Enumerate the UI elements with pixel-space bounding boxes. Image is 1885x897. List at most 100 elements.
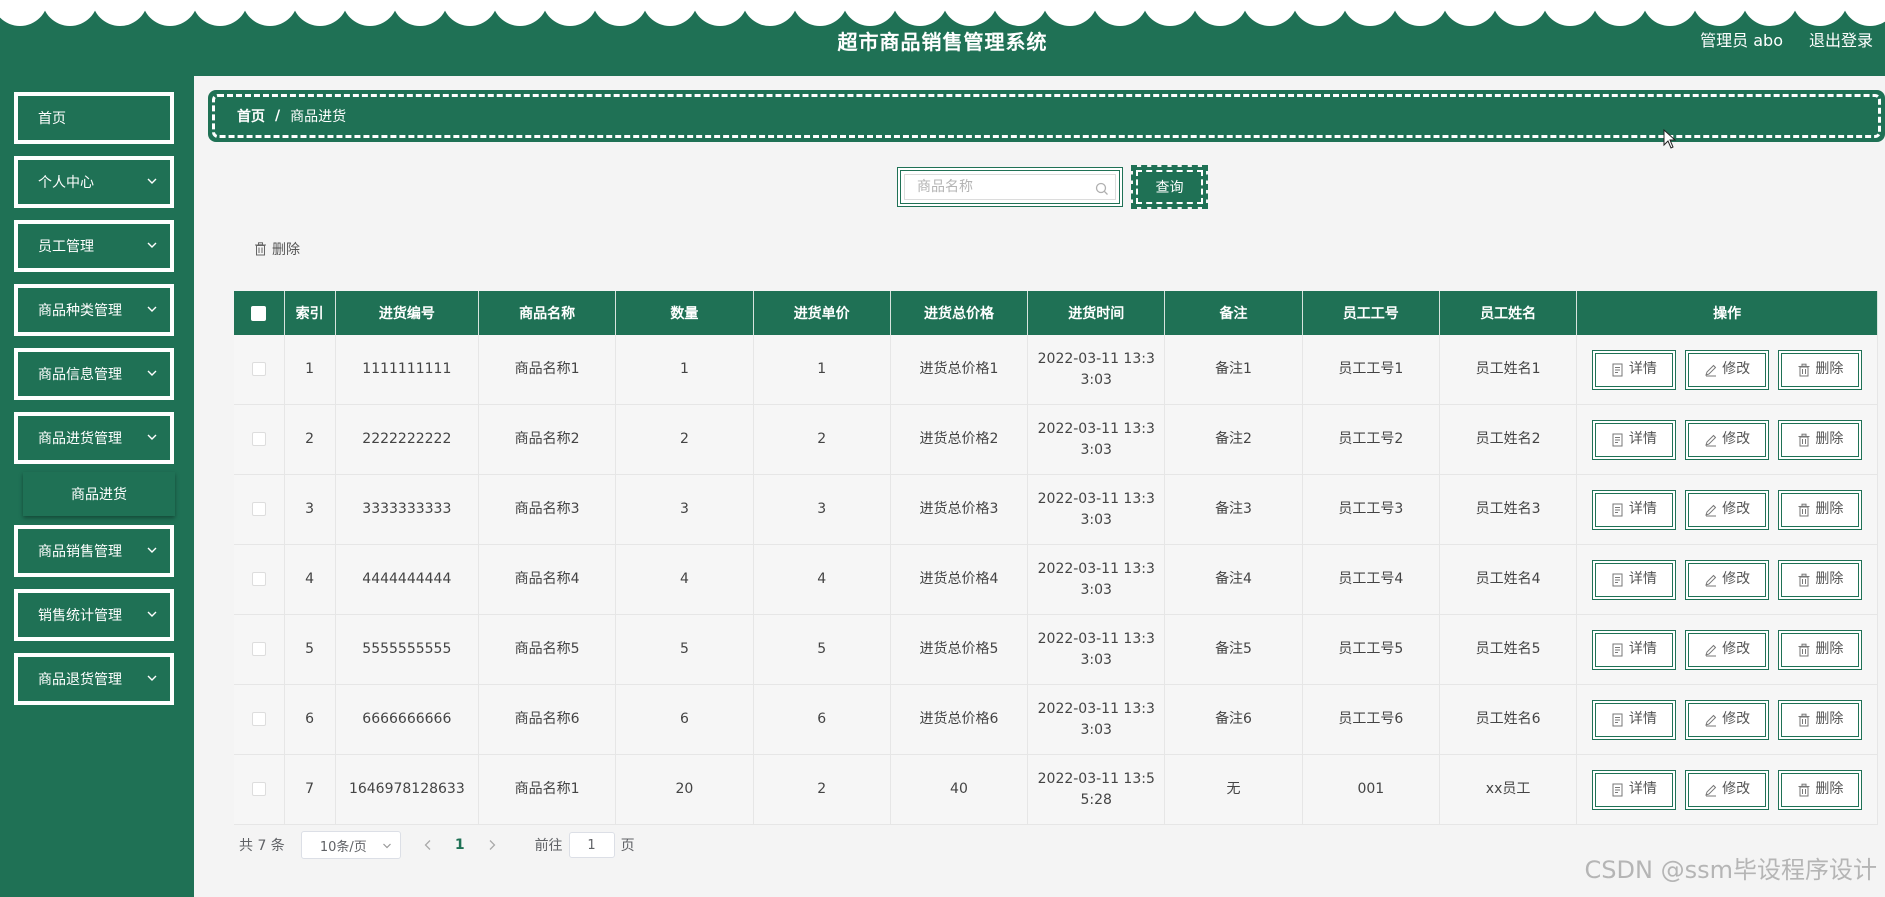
detail-button[interactable]: 详情 — [1591, 419, 1676, 460]
row-checkbox[interactable] — [251, 782, 266, 796]
row-checkbox[interactable] — [251, 362, 266, 376]
edit-button[interactable]: 修改 — [1685, 349, 1770, 390]
row-checkbox[interactable] — [251, 712, 266, 726]
edit-button[interactable]: 修改 — [1685, 419, 1770, 460]
mouse-cursor-icon — [1663, 129, 1677, 149]
row-select-cell — [234, 754, 285, 825]
chevron-down-icon — [147, 547, 157, 553]
cell-note: 无 — [1164, 754, 1303, 825]
column-header: 进货编号 — [335, 291, 479, 335]
detail-button-label: 详情 — [1628, 571, 1657, 587]
scallop-shape — [242, 0, 298, 26]
cell-emp_name: 员工姓名2 — [1439, 404, 1578, 475]
scallop-shape — [1342, 0, 1398, 26]
logout-link[interactable]: 退出登录 — [1809, 27, 1873, 51]
detail-button[interactable]: 详情 — [1591, 349, 1676, 390]
sidebar-item-label: 销售统计管理 — [38, 608, 122, 624]
breadcrumb-separator: / — [275, 108, 281, 124]
current-user[interactable]: 管理员 abo — [1700, 27, 1783, 51]
sidebar-item-7[interactable]: 商品销售管理 — [14, 525, 174, 577]
scallop-shape — [1592, 0, 1648, 26]
edit-button[interactable]: 修改 — [1685, 699, 1770, 740]
submenu-item-purchase[interactable]: 商品进货 — [23, 472, 175, 516]
detail-button[interactable]: 详情 — [1591, 769, 1676, 810]
bulk-delete-button[interactable]: 删除 — [254, 239, 300, 259]
page-size-select[interactable]: 10条/页 — [300, 831, 401, 859]
cell-code: 1111111111 — [335, 335, 479, 405]
chevron-down-icon — [147, 370, 157, 376]
sidebar-item-4[interactable]: 商品种类管理 — [14, 284, 174, 336]
goto-page-input[interactable] — [568, 832, 615, 858]
cell-actions: 详情 修改 删除 — [1576, 335, 1878, 405]
trash-icon — [1798, 363, 1810, 376]
column-header: 数量 — [615, 291, 754, 335]
cell-qty: 4 — [615, 544, 754, 615]
chevron-down-icon — [147, 306, 157, 312]
sidebar-item-label: 商品销售管理 — [38, 544, 122, 560]
scallop-shape — [542, 0, 598, 26]
document-icon — [1612, 643, 1623, 656]
prev-page-icon[interactable] — [423, 839, 433, 851]
edit-button[interactable]: 修改 — [1685, 629, 1770, 670]
edit-button[interactable]: 修改 — [1685, 559, 1770, 600]
search-icon — [1095, 182, 1108, 195]
row-checkbox[interactable] — [251, 572, 266, 586]
delete-button[interactable]: 删除 — [1778, 629, 1863, 670]
sidebar-item-2[interactable]: 个人中心 — [14, 156, 174, 208]
delete-button[interactable]: 删除 — [1778, 559, 1863, 600]
select-all-checkbox[interactable] — [251, 305, 267, 321]
sidebar-item-8[interactable]: 销售统计管理 — [14, 589, 174, 641]
next-page-icon[interactable] — [487, 839, 497, 851]
chevron-down-icon — [147, 178, 157, 184]
cell-actions: 详情 修改 删除 — [1576, 474, 1878, 545]
detail-button[interactable]: 详情 — [1591, 629, 1676, 670]
cell-time: 2022-03-11 13:3 3:03 — [1027, 544, 1166, 615]
pencil-icon — [1705, 644, 1717, 656]
top-header: 超市商品销售管理系统 管理员 abo 退出登录 — [0, 0, 1885, 76]
delete-button[interactable]: 删除 — [1778, 769, 1863, 810]
sidebar-item-9[interactable]: 商品退货管理 — [14, 653, 174, 705]
page-number-current[interactable]: 1 — [455, 837, 465, 853]
detail-button-label: 详情 — [1628, 361, 1657, 377]
detail-button-label: 详情 — [1628, 711, 1657, 727]
breadcrumb-current: 商品进货 — [290, 109, 347, 125]
row-checkbox[interactable] — [251, 502, 266, 516]
search-box — [897, 167, 1123, 207]
detail-button[interactable]: 详情 — [1591, 489, 1676, 530]
delete-button[interactable]: 删除 — [1778, 349, 1863, 390]
breadcrumb-home[interactable]: 首页 — [237, 106, 265, 126]
scallop-shape — [192, 0, 248, 26]
scallop-shape — [842, 0, 898, 26]
sidebar-item-6[interactable]: 商品进货管理 — [14, 412, 174, 464]
sidebar-item-label: 商品退货管理 — [38, 672, 122, 688]
cell-actions: 详情 修改 删除 — [1576, 544, 1878, 615]
edit-button[interactable]: 修改 — [1685, 489, 1770, 530]
scallop-shape — [92, 0, 148, 26]
column-header: 操作 — [1576, 291, 1878, 335]
sidebar-item-1[interactable]: 首页 — [14, 92, 174, 144]
detail-button[interactable]: 详情 — [1591, 559, 1676, 600]
delete-button[interactable]: 删除 — [1778, 489, 1863, 530]
cell-qty: 2 — [615, 404, 754, 475]
row-checkbox[interactable] — [251, 432, 266, 446]
search-input[interactable] — [904, 174, 1116, 200]
cell-time-line1: 2022-03-11 13:3 — [1037, 700, 1155, 717]
cell-name: 商品名称1 — [478, 335, 617, 405]
edit-button-label: 修改 — [1722, 431, 1751, 447]
delete-button[interactable]: 删除 — [1778, 419, 1863, 460]
cell-time-line2: 3:03 — [1080, 441, 1112, 458]
edit-button[interactable]: 修改 — [1685, 769, 1770, 810]
sidebar-item-label: 员工管理 — [38, 239, 94, 255]
row-select-cell — [234, 544, 285, 615]
cell-name: 商品名称5 — [478, 614, 617, 685]
document-icon — [1612, 363, 1623, 376]
query-button[interactable]: 查询 — [1131, 165, 1208, 209]
scallop-shape — [1642, 0, 1698, 26]
sidebar-item-3[interactable]: 员工管理 — [14, 220, 174, 272]
cell-emp_name: 员工姓名6 — [1439, 684, 1578, 755]
sidebar-item-5[interactable]: 商品信息管理 — [14, 348, 174, 400]
delete-button[interactable]: 删除 — [1778, 699, 1863, 740]
row-checkbox[interactable] — [251, 642, 266, 656]
delete-button-label: 删除 — [1815, 711, 1844, 727]
detail-button[interactable]: 详情 — [1591, 699, 1676, 740]
